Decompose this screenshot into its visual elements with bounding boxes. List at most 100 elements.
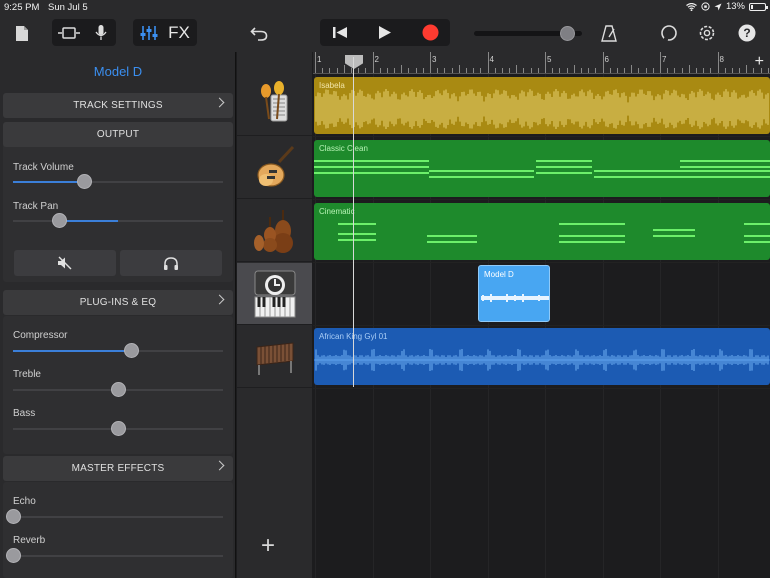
bar-number: 2 [374,55,379,64]
undo-button[interactable] [248,23,270,43]
echo-knob[interactable] [6,509,21,524]
compressor-fill [13,350,131,352]
master-volume-slider[interactable] [474,26,582,41]
skip-back-icon [333,27,347,38]
view-buttons [52,19,116,46]
track-header-strings[interactable] [237,200,312,262]
metronome-button[interactable] [598,23,620,43]
fx-button[interactable]: FX [165,22,193,43]
my-songs-button[interactable] [12,23,32,43]
microphone-button[interactable] [90,22,112,43]
region-african-king[interactable]: African King Gyl 01 [314,328,770,385]
ruler-tick [343,65,345,73]
status-bar: 9:25 PM Sun Jul 5 13% [0,0,770,14]
output-header: OUTPUT [3,122,233,147]
master-effects-header[interactable]: MASTER EFFECTS [3,456,233,481]
metronome-icon [601,24,617,42]
toolbar: FX ? [0,14,770,52]
status-time: 9:25 PM [4,2,40,13]
echo-slider[interactable] [6,509,223,524]
drum-kit-icon [260,80,287,121]
status-right: 13% [686,1,768,12]
region-isabela[interactable]: Isabela [314,77,770,134]
browser-button[interactable] [56,22,82,43]
play-icon [378,26,391,39]
region-model-d[interactable]: Model D [478,265,550,322]
output-label: OUTPUT [96,129,140,140]
track-volume-slider[interactable] [13,174,223,189]
ruler-tick [372,52,374,73]
ruler-tick [322,68,324,73]
ruler-tick [595,68,597,73]
tracks-area[interactable]: 1 2 3 4 5 6 7 8 + Isabela Classic Clean Cinemat… [313,52,770,578]
treble-slider[interactable] [13,382,223,397]
ruler[interactable]: 1 2 3 4 5 6 7 8 [313,52,770,74]
go-to-beginning-button[interactable] [326,22,354,43]
ruler-tick [537,68,539,73]
ruler-tick [559,68,561,73]
svg-text:?: ? [743,26,750,40]
ruler-tick [731,68,733,73]
add-track-button[interactable]: + [261,532,275,560]
track-header-drums[interactable] [237,74,312,136]
mute-button[interactable] [14,250,116,276]
ruler-tick [465,68,467,73]
add-section-button[interactable]: + [755,53,764,71]
ruler-tick [645,68,647,73]
ruler-tick [545,52,546,73]
record-button[interactable] [416,22,444,43]
bass-slider[interactable] [13,421,223,436]
compressor-knob[interactable] [123,343,139,358]
track-pan-slider[interactable] [13,213,223,228]
region-cinematic[interactable]: Cinematic [314,203,770,260]
settings-button[interactable] [696,22,718,44]
ruler-tick [422,68,424,73]
ruler-tick [386,68,388,73]
reverb-slider[interactable] [6,548,223,563]
bar-number: 4 [489,55,494,64]
solo-button[interactable] [120,250,222,276]
help-button[interactable]: ? [736,22,758,44]
ruler-tick [315,52,316,73]
ruler-tick [379,68,381,73]
ruler-tick [509,68,511,73]
ruler-tick [580,68,582,73]
track-header-synth[interactable] [237,263,312,325]
transport-controls [320,19,450,46]
track-volume-knob[interactable] [77,174,93,189]
ruler-tick [458,65,460,73]
bass-knob[interactable] [111,421,126,436]
ruler-tick [573,65,575,73]
plugins-eq-header[interactable]: PLUG-INS & EQ [3,290,233,315]
track-volume-label: Track Volume [13,162,74,173]
reverb-knob[interactable] [6,548,21,563]
ruler-tick [473,68,475,73]
track-settings-header[interactable]: TRACK SETTINGS [3,93,233,118]
track-pan-fill [59,220,118,222]
compressor-label: Compressor [13,330,68,341]
plus-icon: + [754,53,764,70]
ruler-tick [602,52,604,73]
play-button[interactable] [370,22,398,43]
ruler-tick [695,68,697,73]
ruler-tick [767,68,769,73]
ruler-tick [530,68,532,73]
lane-divider [313,136,770,137]
ruler-tick [638,68,640,73]
record-icon [422,24,438,41]
loop-icon [661,25,677,41]
ruler-tick [688,65,690,73]
loop-browser-button[interactable] [658,22,680,44]
gear-icon [699,25,715,41]
smart-controls-button[interactable] [137,22,161,43]
track-header-marimba[interactable] [237,326,312,388]
track-header-guitar[interactable] [237,137,312,199]
master-volume-knob[interactable] [560,26,576,41]
compressor-slider[interactable] [13,343,223,358]
track-pan-knob[interactable] [52,213,68,228]
region-classic-clean[interactable]: Classic Clean [314,140,770,197]
microphone-icon [95,25,107,40]
treble-knob[interactable] [111,382,126,397]
synthesizer-icon [254,270,295,317]
playhead[interactable] [353,57,354,387]
